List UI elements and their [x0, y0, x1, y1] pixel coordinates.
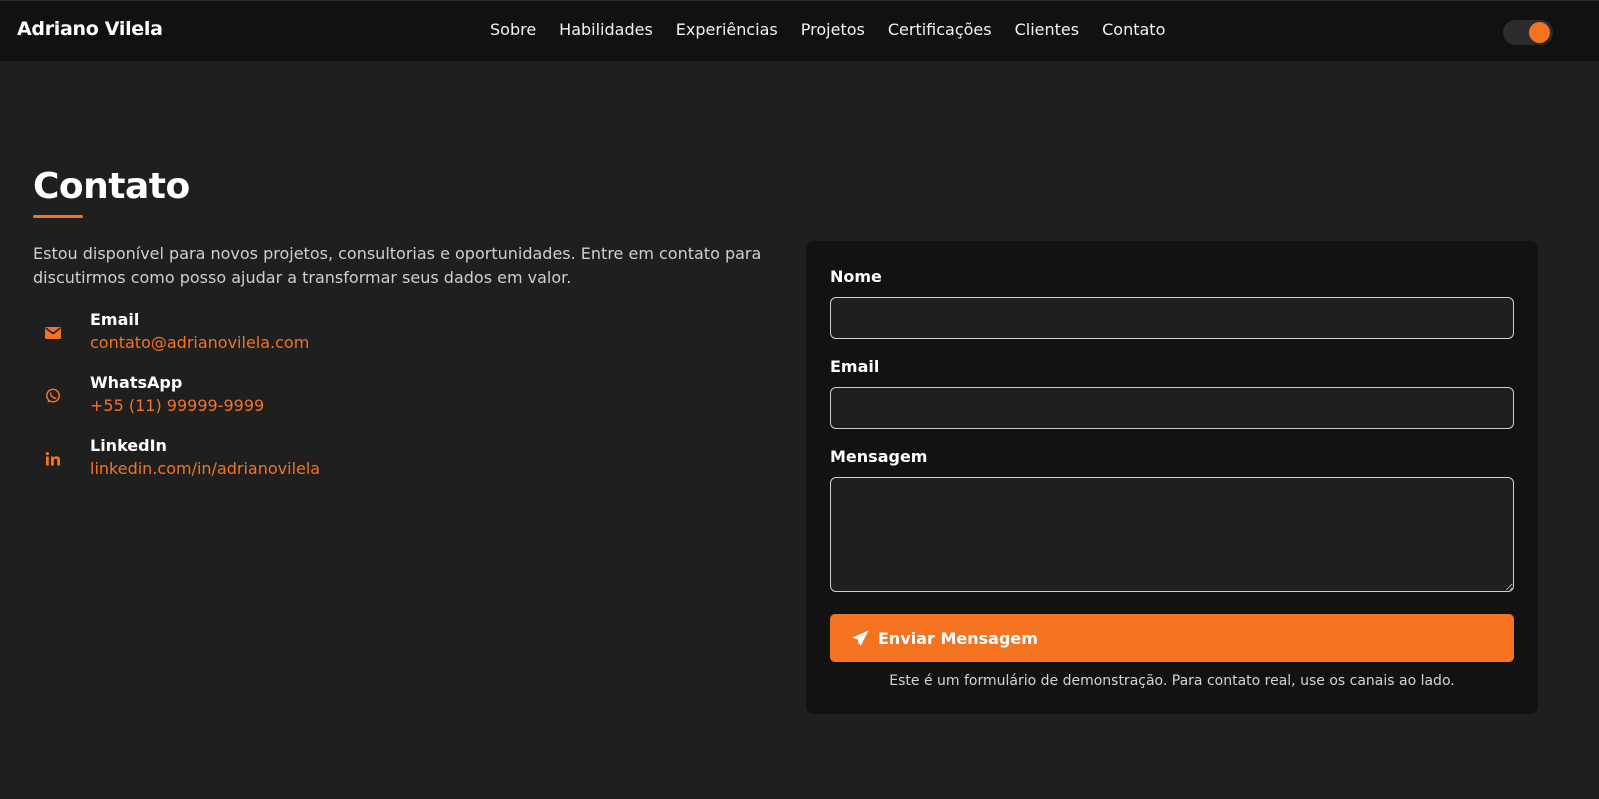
email-input[interactable] [830, 387, 1514, 429]
title-underline [33, 215, 83, 218]
nav-link-experiencias[interactable]: Experiências [676, 20, 778, 39]
linkedin-icon [33, 436, 73, 482]
main-nav: Sobre Habilidades Experiências Projetos … [490, 20, 1188, 39]
contact-item-whatsapp: WhatsApp +55 (11) 99999-9999 [33, 373, 733, 423]
page-title: Contato [33, 166, 190, 207]
email-link[interactable]: contato@adrianovilela.com [90, 333, 309, 352]
brand-logo[interactable]: Adriano Vilela [17, 18, 163, 40]
contact-intro: Estou disponível para novos projetos, co… [33, 244, 762, 287]
nav-link-habilidades[interactable]: Habilidades [559, 20, 653, 39]
nav-link-contato[interactable]: Contato [1102, 20, 1165, 39]
nav-link-projetos[interactable]: Projetos [801, 20, 865, 39]
nav-link-clientes[interactable]: Clientes [1015, 20, 1080, 39]
send-message-button[interactable]: Enviar Mensagem [830, 614, 1514, 662]
whatsapp-link[interactable]: +55 (11) 99999-9999 [90, 396, 264, 415]
contact-label: WhatsApp [90, 373, 183, 392]
email-label: Email [830, 357, 880, 376]
message-textarea[interactable] [830, 477, 1514, 592]
contact-label: Email [90, 310, 140, 329]
form-disclaimer: Este é um formulário de demonstração. Pa… [889, 673, 1455, 689]
envelope-icon [33, 310, 73, 356]
theme-toggle-knob [1529, 22, 1550, 43]
top-navbar: Adriano Vilela Sobre Habilidades Experiê… [0, 0, 1599, 61]
contact-form: Nome Email Mensagem Enviar Mensagem Este… [806, 241, 1538, 714]
paper-plane-icon [852, 630, 869, 647]
send-button-label: Enviar Mensagem [878, 628, 1038, 648]
nav-link-sobre[interactable]: Sobre [490, 20, 536, 39]
message-label: Mensagem [830, 447, 928, 466]
contact-item-email: Email contato@adrianovilela.com [33, 310, 733, 360]
name-input[interactable] [830, 297, 1514, 339]
theme-toggle[interactable] [1503, 20, 1553, 45]
nav-link-certificacoes[interactable]: Certificações [888, 20, 992, 39]
name-label: Nome [830, 267, 882, 286]
whatsapp-icon [33, 373, 73, 419]
contact-label: LinkedIn [90, 436, 167, 455]
contact-item-linkedin: LinkedIn linkedin.com/in/adrianovilela [33, 436, 733, 486]
linkedin-link[interactable]: linkedin.com/in/adrianovilela [90, 459, 320, 478]
